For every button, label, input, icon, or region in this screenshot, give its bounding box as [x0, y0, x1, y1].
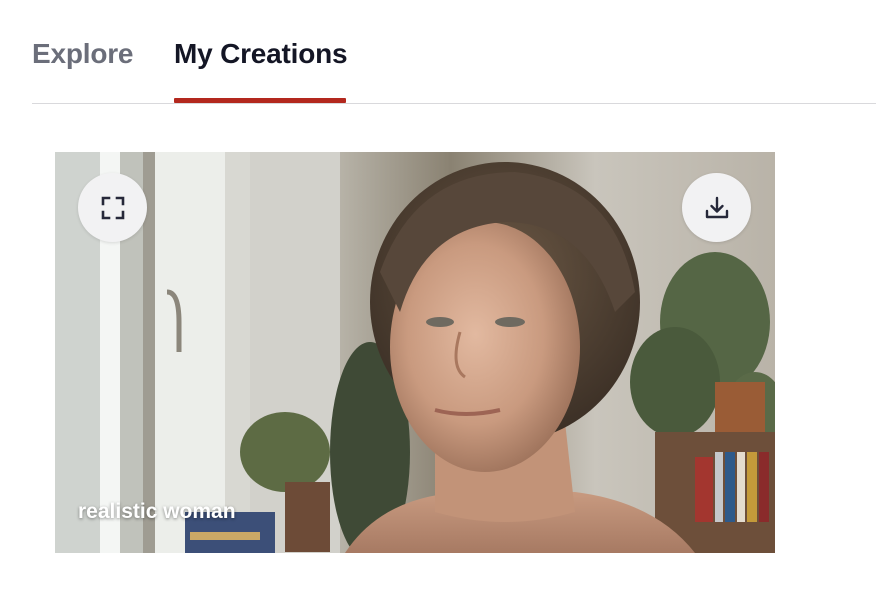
creation-image	[55, 152, 775, 553]
fullscreen-button[interactable]	[78, 173, 147, 242]
creation-card[interactable]: realistic woman	[55, 152, 775, 553]
tab-bar: Explore My Creations	[32, 0, 876, 104]
creation-caption: realistic woman	[78, 500, 236, 523]
download-button[interactable]	[682, 173, 751, 242]
fullscreen-icon	[101, 196, 124, 219]
download-icon	[705, 196, 728, 218]
tab-explore[interactable]: Explore	[32, 38, 134, 70]
tab-my-creations[interactable]: My Creations	[174, 38, 348, 70]
active-tab-indicator	[174, 98, 346, 103]
